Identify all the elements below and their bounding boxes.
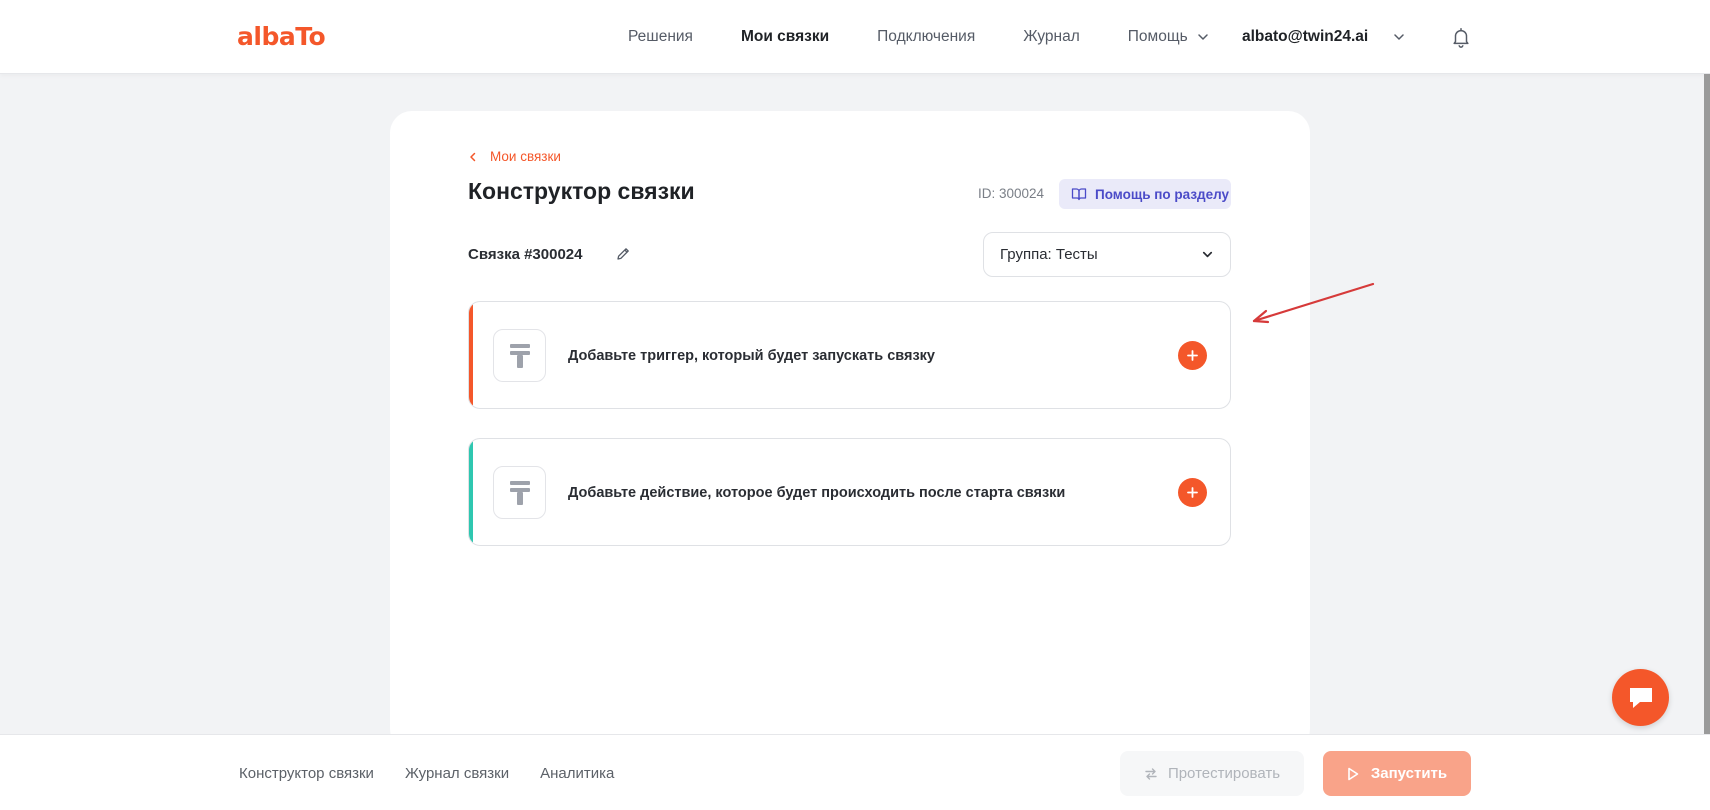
nav-item-connections[interactable]: Подключения xyxy=(877,28,975,46)
chevron-down-icon xyxy=(1394,34,1404,40)
nav-label: Подключения xyxy=(877,28,976,45)
app-placeholder xyxy=(493,329,546,382)
nav-label: Журнал xyxy=(1023,28,1080,45)
breadcrumb-label: Мои связки xyxy=(490,149,561,164)
page-scrollbar[interactable] xyxy=(1704,74,1710,734)
book-icon xyxy=(1071,188,1087,201)
action-step[interactable]: Добавьте действие, которое будет происхо… xyxy=(468,438,1231,546)
test-label: Протестировать xyxy=(1167,765,1281,782)
footer-tabs: Конструктор связки Журнал связки Аналити… xyxy=(239,735,645,810)
footer-tab-constructor[interactable]: Конструктор связки xyxy=(239,765,374,782)
breadcrumb-back-link[interactable]: Мои связки xyxy=(468,149,561,164)
nav-label: Решения xyxy=(628,28,693,45)
section-help-button[interactable]: Помощь по разделу xyxy=(1059,179,1231,209)
add-action-button[interactable] xyxy=(1178,478,1207,507)
chevron-down-icon xyxy=(1197,34,1208,40)
action-step-label: Добавьте действие, которое будет происхо… xyxy=(568,485,1066,501)
bundle-id: ID: 300024 xyxy=(978,186,1045,201)
run-label: Запустить xyxy=(1370,765,1448,782)
plus-icon xyxy=(1187,350,1198,361)
placeholder-app-icon xyxy=(509,480,530,505)
trigger-step-label: Добавьте триггер, который будет запускат… xyxy=(568,348,935,364)
main-nav: Решения Мои связки Подключения Журнал По… xyxy=(628,0,1258,74)
step-accent-bar xyxy=(469,302,473,408)
pencil-icon[interactable] xyxy=(615,246,631,262)
help-label: Помощь по разделу xyxy=(1095,186,1230,202)
footer-tab-bundle-journal[interactable]: Журнал связки xyxy=(405,765,509,782)
user-menu[interactable]: albato@twin24.ai xyxy=(1242,0,1406,74)
albato-logo[interactable]: albaTo xyxy=(237,22,326,51)
group-select-value: Группа: Тесты xyxy=(1000,246,1098,263)
trigger-step[interactable]: Добавьте триггер, который будет запускат… xyxy=(468,301,1231,409)
nav-item-my-bundles[interactable]: Мои связки xyxy=(741,28,829,46)
footer-tab-analytics[interactable]: Аналитика xyxy=(540,765,614,782)
page-title: Конструктор связки xyxy=(468,178,695,204)
chevron-down-icon xyxy=(1202,251,1213,258)
swap-icon xyxy=(1145,767,1157,780)
bundle-name: Связка #300024 xyxy=(468,246,583,263)
group-select[interactable]: Группа: Тесты xyxy=(983,232,1231,277)
plus-icon xyxy=(1187,487,1198,498)
nav-item-solutions[interactable]: Решения xyxy=(628,28,693,46)
nav-label: Мои связки xyxy=(740,28,830,45)
nav-label: Помощь xyxy=(1127,28,1188,45)
step-accent-bar xyxy=(469,439,473,545)
play-icon xyxy=(1348,767,1359,780)
support-chat-button[interactable] xyxy=(1612,669,1669,726)
run-button[interactable]: Запустить xyxy=(1323,751,1471,796)
bell-icon[interactable] xyxy=(1450,26,1472,48)
app-placeholder xyxy=(493,466,546,519)
top-header: albaTo Решения Мои связки Подключения Жу… xyxy=(0,0,1710,74)
nav-item-journal[interactable]: Журнал xyxy=(1023,28,1080,46)
test-button[interactable]: Протестировать xyxy=(1120,751,1304,796)
placeholder-app-icon xyxy=(509,343,530,368)
user-email: albato@twin24.ai xyxy=(1242,28,1369,45)
add-trigger-button[interactable] xyxy=(1178,341,1207,370)
chat-icon xyxy=(1629,687,1652,708)
bottom-bar: Конструктор связки Журнал связки Аналити… xyxy=(0,734,1710,810)
annotation-arrow-icon xyxy=(1252,282,1375,324)
chevron-left-icon xyxy=(470,152,476,161)
nav-item-help[interactable]: Помощь xyxy=(1128,28,1210,46)
